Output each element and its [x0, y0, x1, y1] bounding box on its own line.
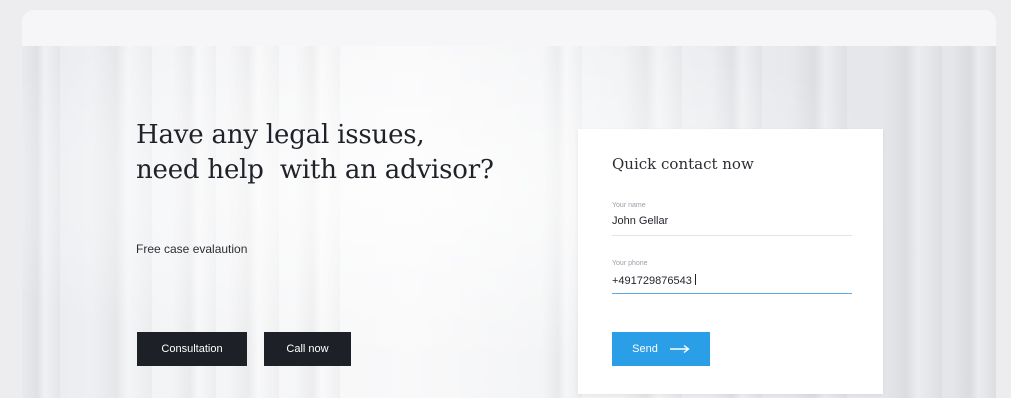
- hero-headline: Have any legal issues, need help with an…: [136, 118, 536, 188]
- contact-form: Quick contact now Your name John Gellar …: [578, 129, 883, 394]
- name-field-underline: [612, 235, 852, 236]
- headline-line-1: Have any legal issues,: [136, 120, 425, 150]
- phone-field-label: Your phone: [612, 260, 648, 267]
- consultation-button[interactable]: Consultation: [137, 332, 247, 366]
- hero-section: Have any legal issues, need help with an…: [22, 46, 996, 398]
- hero-subtitle: Free case evalaution: [136, 242, 248, 256]
- arrow-right-icon: [669, 344, 690, 354]
- form-title: Quick contact now: [612, 155, 754, 173]
- text-caret: [694, 274, 696, 285]
- call-now-button[interactable]: Call now: [264, 332, 351, 366]
- name-field[interactable]: John Gellar: [612, 215, 668, 227]
- send-button[interactable]: Send: [612, 332, 710, 366]
- name-field-label: Your name: [612, 202, 646, 209]
- phone-field[interactable]: +491729876543: [612, 274, 696, 287]
- phone-field-value: +491729876543: [612, 275, 692, 287]
- send-button-label: Send: [632, 343, 658, 355]
- phone-field-underline: [612, 293, 852, 294]
- page-card: Have any legal issues, need help with an…: [22, 10, 996, 398]
- headline-line-2: need help with an advisor?: [136, 155, 494, 185]
